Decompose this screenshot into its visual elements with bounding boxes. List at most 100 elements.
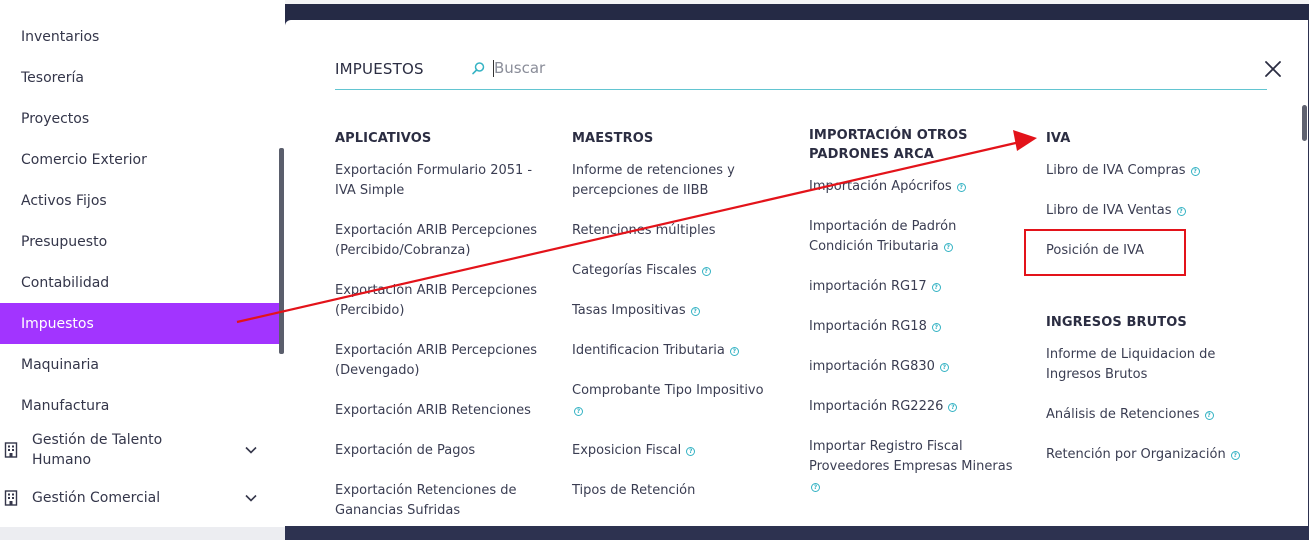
- menu-link-label: Libro de IVA Ventas: [1046, 203, 1172, 218]
- menu-link-label: Exportación Formulario 2051 - IVA Simple: [335, 163, 533, 198]
- menu-link[interactable]: Importar Registro Fiscal Proveedores Emp…: [809, 437, 1021, 497]
- help-icon[interactable]: ?: [939, 363, 949, 372]
- menu-link[interactable]: importación RG17?: [809, 277, 1031, 297]
- menu-link-posicion-iva[interactable]: Posición de IVA: [1046, 241, 1268, 261]
- menu-link[interactable]: Libro de IVA Compras?: [1046, 161, 1268, 181]
- help-icon[interactable]: ?: [729, 347, 739, 356]
- menu-link-label: Retención por Organización: [1046, 447, 1226, 462]
- help-icon[interactable]: ?: [931, 323, 941, 332]
- sidebar: Inventarios Tesorería Proyectos Comercio…: [0, 0, 285, 540]
- help-icon[interactable]: ?: [948, 403, 958, 412]
- menu-link-label: Importación Apócrifos: [809, 179, 952, 194]
- menu-link[interactable]: Tipos de Retención: [572, 481, 794, 501]
- menu-link[interactable]: Importación Apócrifos?: [809, 177, 1031, 197]
- menu-link[interactable]: Exportación ARIB Percepciones (Percibido…: [335, 281, 557, 321]
- help-icon[interactable]: ?: [956, 183, 966, 192]
- sidebar-item-presupuesto[interactable]: Presupuesto: [0, 221, 279, 262]
- sidebar-item-inventarios[interactable]: Inventarios: [0, 16, 279, 57]
- sidebar-item-activos-fijos[interactable]: Activos Fijos: [0, 180, 279, 221]
- menu-link[interactable]: Identificacion Tributaria?: [572, 341, 794, 361]
- search-input[interactable]: [494, 57, 894, 79]
- chevron-down-icon[interactable]: [243, 492, 259, 504]
- search-icon: [471, 61, 486, 76]
- menu-link-label: Comprobante Tipo Impositivo: [572, 383, 764, 398]
- sidebar-item-comercio-exterior[interactable]: Comercio Exterior: [0, 139, 279, 180]
- menu-link[interactable]: Análisis de Retenciones?: [1046, 405, 1268, 425]
- menu-link[interactable]: Exportación ARIB Percepciones (Devengado…: [335, 341, 557, 381]
- column-heading: APLICATIVOS: [335, 131, 432, 146]
- menu-link-label: Exportación de Pagos: [335, 443, 476, 458]
- menu-link-label: Importación de Padrón Condición Tributar…: [809, 219, 957, 254]
- menu-link-label: Informe de Liquidacion de Ingresos Bruto…: [1046, 347, 1216, 382]
- menu-link[interactable]: Importación RG2226?: [809, 397, 1031, 417]
- sidebar-item-proyectos[interactable]: Proyectos: [0, 98, 279, 139]
- sidebar-item-tesoreria[interactable]: Tesorería: [0, 57, 279, 98]
- sidebar-item-contabilidad[interactable]: Contabilidad: [0, 262, 279, 303]
- sidebar-group-label: Gestión Comercial: [32, 490, 161, 506]
- menu-link-label: Exposicion Fiscal: [572, 443, 682, 458]
- menu-link-label: Tasas Impositivas: [572, 303, 686, 318]
- building-icon: [0, 442, 32, 458]
- help-icon[interactable]: ?: [690, 307, 700, 316]
- sidebar-item-maquinaria[interactable]: Maquinaria: [0, 344, 279, 385]
- menu-link[interactable]: Exportación ARIB Percepciones (Percibido…: [335, 221, 557, 261]
- menu-link[interactable]: Libro de IVA Ventas?: [1046, 201, 1268, 221]
- menu-link[interactable]: Retención por Organización?: [1046, 445, 1268, 465]
- menu-link-label: Exportación Retenciones de Ganancias Suf…: [335, 483, 517, 518]
- menu-link[interactable]: Exportación Formulario 2051 - IVA Simple: [335, 161, 557, 201]
- menu-link[interactable]: Tasas Impositivas?: [572, 301, 794, 321]
- menu-link-label: Libro de IVA Compras: [1046, 163, 1186, 178]
- help-icon[interactable]: ?: [931, 283, 941, 292]
- panel-title: IMPUESTOS: [335, 60, 424, 78]
- top-bar-edge: [285, 0, 1309, 4]
- menu-link-label: Análisis de Retenciones: [1046, 407, 1200, 422]
- sidebar-item-manufactura[interactable]: Manufactura: [0, 385, 279, 426]
- help-icon[interactable]: ?: [574, 407, 583, 416]
- menu-link[interactable]: Informe de retenciones y percepciones de…: [572, 161, 794, 201]
- menu-link-label: Importar Registro Fiscal Proveedores Emp…: [809, 439, 1013, 474]
- chevron-down-icon[interactable]: [243, 444, 259, 456]
- help-icon[interactable]: ?: [1230, 451, 1240, 460]
- help-icon[interactable]: ?: [943, 243, 953, 252]
- column-heading: MAESTROS: [572, 131, 654, 146]
- help-icon[interactable]: ?: [701, 267, 711, 276]
- close-icon[interactable]: [1264, 60, 1282, 78]
- column-heading: IMPORTACIÓN OTROS PADRONES ARCA: [809, 128, 968, 162]
- menu-link[interactable]: Comprobante Tipo Impositivo?: [572, 381, 794, 421]
- sidebar-item-impuestos[interactable]: Impuestos: [0, 303, 279, 344]
- menu-link-label: Importación RG18: [809, 319, 927, 334]
- sidebar-group-talento-humano[interactable]: Gestión de Talento Humano: [0, 430, 279, 470]
- menu-link[interactable]: Categorías Fiscales?: [572, 261, 794, 281]
- sidebar-footer: [0, 527, 285, 540]
- column-heading: IVA: [1046, 131, 1071, 146]
- menu-link-label: importación RG17: [809, 279, 927, 294]
- sidebar-scrollbar[interactable]: [279, 148, 284, 354]
- help-icon[interactable]: ?: [686, 447, 696, 456]
- menu-link-label: importación RG830: [809, 359, 935, 374]
- menu-link[interactable]: importación RG830?: [809, 357, 1031, 377]
- help-icon[interactable]: ?: [1190, 167, 1200, 176]
- menu-link-label: Posición de IVA: [1046, 243, 1144, 258]
- menu-link[interactable]: Retenciones múltiples: [572, 221, 794, 241]
- help-icon[interactable]: ?: [1204, 411, 1214, 420]
- menu-link[interactable]: Informe de Liquidacion de Ingresos Bruto…: [1046, 345, 1268, 385]
- menu-link-label: Tipos de Retención: [572, 483, 696, 498]
- menu-link[interactable]: Importación de Padrón Condición Tributar…: [809, 217, 979, 257]
- help-icon[interactable]: ?: [811, 483, 820, 492]
- panel-scrollbar[interactable]: [1302, 105, 1307, 141]
- menu-link-label: Informe de retenciones y percepciones de…: [572, 163, 735, 198]
- menu-link-label: Exportación ARIB Percepciones (Percibido…: [335, 283, 537, 318]
- building-icon: [0, 490, 32, 506]
- menu-link[interactable]: Exportación Retenciones de Ganancias Suf…: [335, 481, 557, 521]
- menu-link-label: Retenciones múltiples: [572, 223, 716, 238]
- sidebar-group-label: Gestión de Talento Humano: [32, 432, 163, 468]
- menu-link[interactable]: Exportación ARIB Retenciones: [335, 401, 557, 421]
- menu-link-label: Importación RG2226: [809, 399, 944, 414]
- sidebar-group-gestion-comercial[interactable]: Gestión Comercial: [0, 487, 279, 509]
- menu-link-label: Categorías Fiscales: [572, 263, 697, 278]
- menu-link[interactable]: Importación RG18?: [809, 317, 1031, 337]
- menu-link[interactable]: Exposicion Fiscal?: [572, 441, 794, 461]
- menu-link[interactable]: Exportación de Pagos: [335, 441, 557, 461]
- column-heading: INGRESOS BRUTOS: [1046, 315, 1187, 330]
- help-icon[interactable]: ?: [1176, 207, 1186, 216]
